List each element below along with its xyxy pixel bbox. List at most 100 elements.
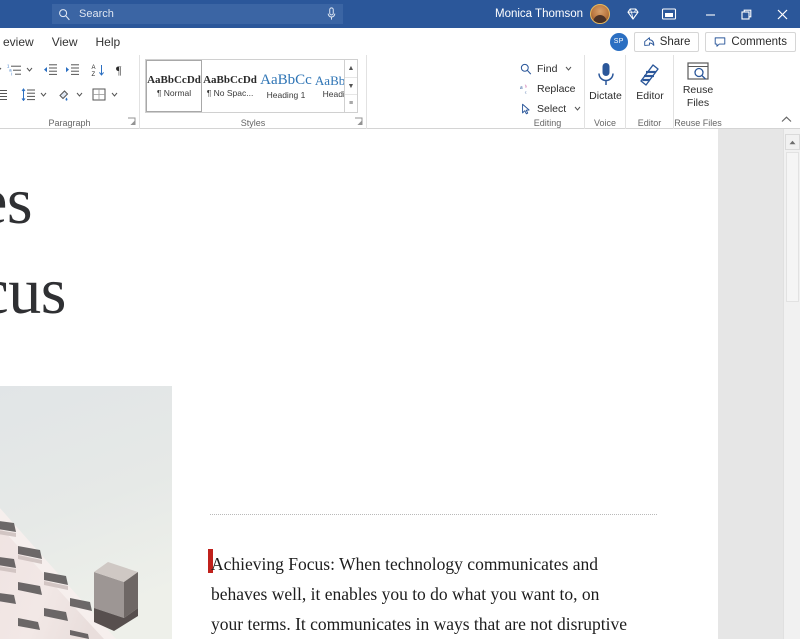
find-label: Find <box>537 63 557 75</box>
select-icon <box>520 103 532 115</box>
group-label-styles: Styles <box>140 118 366 128</box>
paragraph-dialog-launcher-icon[interactable] <box>127 117 137 127</box>
multilevel-list-caret-icon[interactable] <box>25 60 34 80</box>
account-area[interactable]: Monica Thomson <box>495 0 610 28</box>
style-preview: AaBbCcDd <box>147 75 201 86</box>
show-formatting-marks-icon[interactable]: ¶ <box>109 59 131 80</box>
select-label: Select <box>537 103 566 115</box>
styles-dialog-launcher-icon[interactable] <box>354 117 364 127</box>
style-name: Heading 2 <box>323 89 345 99</box>
svg-text:c: c <box>525 89 527 94</box>
ribbon-display-options-icon[interactable] <box>654 0 684 28</box>
avatar[interactable] <box>590 4 610 24</box>
vertical-scrollbar[interactable] <box>783 129 800 639</box>
comment-icon <box>714 36 726 48</box>
document-canvas[interactable]: ences r focus <box>0 129 800 639</box>
document-page[interactable]: ences r focus <box>0 129 718 639</box>
presence-badge-sp[interactable]: SP <box>610 33 628 51</box>
tab-help[interactable]: Help <box>86 31 129 53</box>
style-heading-2[interactable]: AaBbCcD Heading 2 <box>314 60 345 112</box>
line-spacing-icon[interactable] <box>17 84 39 105</box>
page-margin-area <box>718 129 783 639</box>
shading-caret-icon[interactable] <box>75 85 84 105</box>
dictate-label: Dictate <box>589 91 622 102</box>
shading-icon[interactable] <box>53 84 75 105</box>
document-body-paragraph[interactable]: Achieving Focus: When technology communi… <box>211 549 633 639</box>
minimize-button[interactable] <box>692 0 728 28</box>
replace-button[interactable]: a b c Replace <box>517 79 584 98</box>
share-button[interactable]: Share <box>634 32 700 52</box>
svg-text:b: b <box>525 83 527 88</box>
ribbon-group-voice: Dictate Voice <box>585 55 626 129</box>
ribbon-group-reuse-files: Reuse Files Reuse Files <box>674 55 722 129</box>
premium-diamond-icon[interactable] <box>618 0 648 28</box>
style-name: ¶ No Spac... <box>207 88 254 98</box>
style-no-spacing[interactable]: AaBbCcDd ¶ No Spac... <box>202 60 258 112</box>
ribbon-group-paragraph: 1 a i <box>0 55 140 129</box>
search-placeholder: Search <box>79 8 326 20</box>
ribbon-group-editing: Find a b c Replace <box>511 55 585 129</box>
microphone-icon[interactable] <box>326 7 337 21</box>
reuse-files-icon <box>686 61 710 83</box>
scroll-up-button[interactable] <box>785 134 800 150</box>
search-input[interactable]: Search <box>52 4 343 24</box>
select-button[interactable]: Select <box>517 99 584 118</box>
close-button[interactable] <box>764 0 800 28</box>
ribbon: 1 a i <box>0 55 800 129</box>
line-spacing-caret-icon[interactable] <box>39 85 48 105</box>
find-button[interactable]: Find <box>517 59 584 78</box>
comments-button[interactable]: Comments <box>705 32 796 52</box>
section-divider-top <box>210 514 657 515</box>
borders-icon[interactable] <box>88 84 110 105</box>
ribbon-group-styles: AaBbCcDd ¶ Normal AaBbCcDd ¶ No Spac... … <box>140 55 367 129</box>
dictate-button[interactable]: Dictate <box>588 58 623 102</box>
document-image-building[interactable] <box>0 386 172 639</box>
tab-review[interactable]: eview <box>0 31 43 53</box>
group-label-editor: Editor <box>626 118 673 128</box>
styles-gallery[interactable]: AaBbCcDd ¶ Normal AaBbCcDd ¶ No Spac... … <box>145 59 345 113</box>
reuse-files-button[interactable]: Reuse Files <box>679 58 717 109</box>
microphone-icon <box>594 61 618 89</box>
ribbon-group-editor: Editor Editor <box>626 55 674 129</box>
share-label: Share <box>660 36 691 48</box>
style-normal[interactable]: AaBbCcDd ¶ Normal <box>146 60 202 112</box>
editor-label: Editor <box>636 91 663 102</box>
tab-view[interactable]: View <box>43 31 87 53</box>
style-preview: AaBbCcDd <box>203 75 257 86</box>
style-name: ¶ Normal <box>157 88 191 98</box>
decrease-indent-icon[interactable] <box>39 59 61 80</box>
multilevel-list-icon[interactable]: 1 a i <box>3 59 25 80</box>
style-preview: AaBbCc <box>260 73 312 88</box>
sort-icon[interactable]: A Z <box>87 59 109 80</box>
svg-text:a: a <box>520 85 523 91</box>
styles-more-icon[interactable]: ≡ <box>345 95 357 112</box>
styles-scroll-down-icon[interactable]: ▼ <box>345 78 357 96</box>
editor-pen-icon <box>637 61 663 89</box>
search-icon <box>58 8 71 21</box>
style-heading-1[interactable]: AaBbCc Heading 1 <box>258 60 314 112</box>
group-label-reuse-files: Reuse Files <box>674 118 722 128</box>
replace-label: Replace <box>537 83 576 95</box>
document-heading-line1: ences <box>0 157 448 247</box>
align-justify-icon[interactable] <box>0 84 12 105</box>
svg-text:¶: ¶ <box>116 63 122 76</box>
svg-text:i: i <box>11 71 12 76</box>
increase-indent-icon[interactable] <box>61 59 83 80</box>
select-caret-icon[interactable] <box>574 105 581 112</box>
ribbon-right-actions: SP Share Comments <box>610 28 796 55</box>
svg-text:A: A <box>91 65 95 71</box>
editor-button[interactable]: Editor <box>631 58 669 102</box>
borders-caret-icon[interactable] <box>110 85 119 105</box>
svg-text:Z: Z <box>91 72 95 77</box>
title-bar: Search Monica Thomson <box>0 0 800 28</box>
reuse-files-label-line2: Files <box>687 98 709 109</box>
group-label-paragraph: Paragraph <box>0 118 139 128</box>
reuse-files-label-line1: Reuse <box>683 85 713 96</box>
share-icon <box>643 36 655 48</box>
find-caret-icon[interactable] <box>565 65 572 72</box>
styles-scroll-up-icon[interactable]: ▲ <box>345 60 357 78</box>
collapse-ribbon-icon[interactable] <box>778 112 794 126</box>
scrollbar-thumb[interactable] <box>786 152 799 302</box>
comments-label: Comments <box>731 36 787 48</box>
restore-button[interactable] <box>728 0 764 28</box>
